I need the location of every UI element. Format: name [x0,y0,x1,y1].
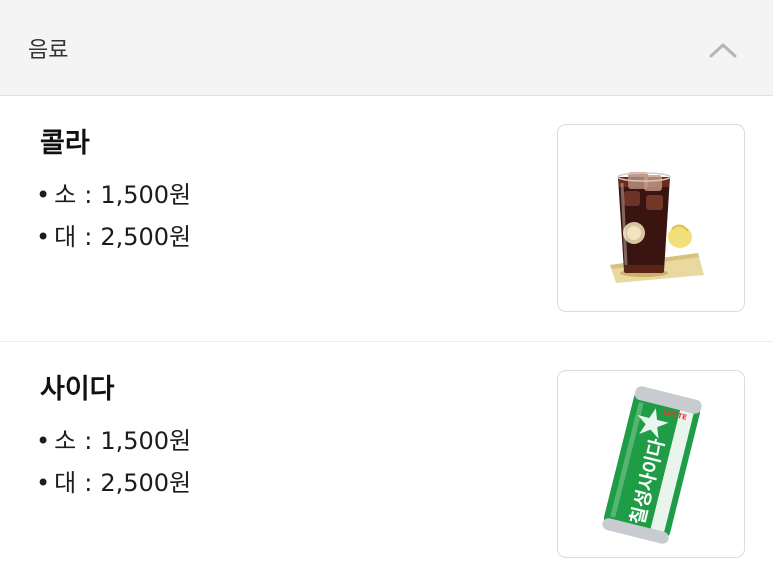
menu-item-cider[interactable]: 사이다 • 소:1,500원 • 대:2,500원 LOTTE 칠성사이다 [0,343,773,580]
price-value: 1,500원 [100,181,192,209]
bullet: • [36,427,51,455]
item-thumbnail[interactable]: LOTTE 칠성사이다 [557,370,745,558]
size-label: 소 [54,181,77,209]
bullet: • [36,469,51,497]
bullet: • [36,181,51,209]
price-value: 2,500원 [100,469,192,497]
section-header-drinks[interactable]: 음료 [0,0,773,96]
separator: : [84,427,93,455]
size-label: 소 [54,427,77,455]
menu-page: 음료 콜라 • 소:1,500원 • 대:2,500원 사이다 • 소: 1,… [0,0,773,580]
bullet: • [36,223,51,251]
section-title: 음료 [28,38,69,63]
chevron-up-icon [709,43,737,58]
size-label: 대 [54,469,77,497]
price-value: 2,500원 [100,223,192,251]
separator: : [84,223,93,251]
cider-can-image: LOTTE 칠성사이다 [602,386,702,544]
price-value: 1,500원 [100,427,192,455]
collapse-button[interactable] [700,30,746,70]
separator: : [84,469,93,497]
price-row-large: • 대:2,500원 [36,467,191,499]
iced-cola-glass-image [610,172,704,283]
item-name: 사이다 [40,374,115,405]
price-row-small: • 소:1,500원 [36,425,191,457]
size-label: 대 [54,223,77,251]
price-row-small: • 소:1,500원 [36,179,191,211]
item-thumbnail[interactable] [557,124,745,312]
menu-item-cola[interactable]: 콜라 • 소:1,500원 • 대:2,500원 [0,97,773,342]
separator: : [84,181,93,209]
price-row-large: • 대:2,500원 [36,221,191,253]
item-name: 콜라 [40,128,90,159]
